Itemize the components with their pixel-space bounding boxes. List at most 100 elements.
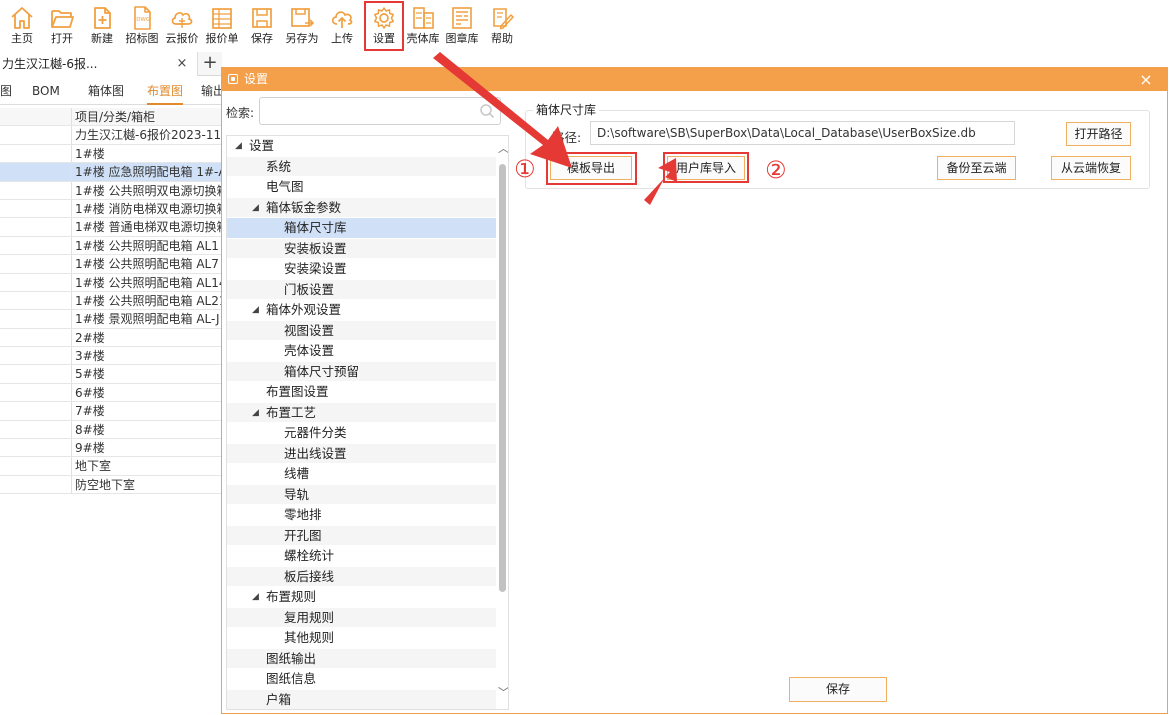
search-box[interactable] xyxy=(259,97,501,125)
table-row[interactable]: 防空地下室 xyxy=(0,475,222,495)
collapse-icon[interactable]: ◢ xyxy=(252,403,262,424)
search-input[interactable] xyxy=(264,98,474,124)
tree-item[interactable]: 箱体尺寸库 xyxy=(227,218,508,239)
close-icon[interactable]: × xyxy=(1134,68,1158,91)
table-row[interactable]: 5#楼 xyxy=(0,365,222,384)
table-row[interactable]: 1#楼 应急照明配电箱 1#-A xyxy=(0,163,222,182)
collapse-icon[interactable]: ◢ xyxy=(252,587,262,608)
scrollbar-thumb[interactable] xyxy=(499,164,506,592)
tree-item[interactable]: 系统 xyxy=(227,156,508,177)
tree-item[interactable]: ◢ 设置 xyxy=(227,136,508,157)
search-icon[interactable] xyxy=(479,103,495,119)
table-row[interactable]: 8#楼 xyxy=(0,420,222,440)
cloud-quote-button[interactable]: 云报价 xyxy=(163,2,201,50)
table-row[interactable]: 1#楼 xyxy=(0,144,222,164)
collapse-icon[interactable]: ◢ xyxy=(235,136,245,157)
tab-bom[interactable]: BOM xyxy=(32,77,60,105)
tree-item[interactable]: ◢ 布置规则 xyxy=(227,587,508,608)
stamp-library-button[interactable]: 图章库 xyxy=(443,2,481,50)
scroll-down-icon[interactable]: ﹀ xyxy=(498,687,508,698)
annotation-number-1: ① xyxy=(514,155,536,183)
table-row[interactable]: 6#楼 xyxy=(0,383,222,403)
open-button[interactable]: 打开 xyxy=(43,2,81,50)
tree-item[interactable]: 电气图 xyxy=(227,177,508,198)
tree-item[interactable]: 图纸输出 xyxy=(227,648,508,669)
tree-item[interactable]: 视图设置 xyxy=(227,320,508,341)
tree-item-label: 安装板设置 xyxy=(284,240,347,256)
tree-item[interactable]: 门板设置 xyxy=(227,279,508,300)
tree-item[interactable]: 螺栓统计 xyxy=(227,546,508,567)
user-library-import-button[interactable]: 用户库导入 xyxy=(667,156,745,180)
open-path-button[interactable]: 打开路径 xyxy=(1066,122,1131,146)
tree-item-label: 导轨 xyxy=(284,486,310,502)
tree-item[interactable]: 安装板设置 xyxy=(227,238,508,259)
stamp-library-icon xyxy=(452,7,472,29)
restore-from-cloud-button[interactable]: 从云端恢复 xyxy=(1051,156,1131,180)
tab-layout-drawing[interactable]: 布置图 xyxy=(147,77,184,105)
scroll-up-icon[interactable]: ︿ xyxy=(498,143,508,154)
collapse-icon[interactable]: ◢ xyxy=(252,300,262,321)
tree-item[interactable]: 安装梁设置 xyxy=(227,259,508,280)
save-toolbar-button[interactable]: 保存 xyxy=(243,2,281,50)
tree-item[interactable]: 导轨 xyxy=(227,484,508,505)
save-button[interactable]: 保存 xyxy=(789,677,887,702)
table-row[interactable]: 3#楼 xyxy=(0,347,222,366)
tree-item[interactable]: ◢ 布置工艺 xyxy=(227,402,508,424)
path-label: 路径: xyxy=(552,130,582,145)
tab-diagram[interactable]: 图 xyxy=(0,77,12,105)
tree-item[interactable]: 复用规则 xyxy=(227,607,508,628)
table-row[interactable]: 力生汉江樾-6报价2023-11- xyxy=(0,126,222,145)
tree-item[interactable]: ◢ 箱体外观设置 xyxy=(227,300,508,321)
row-label: 1#楼 公共照明双电源切换箱 xyxy=(75,183,222,198)
save-icon xyxy=(252,8,272,28)
table-row[interactable]: 1#楼 公共照明配电箱 AL14 xyxy=(0,273,222,292)
row-gutter xyxy=(0,199,72,218)
save-as-button[interactable]: 另存为 xyxy=(283,2,321,50)
tree-item[interactable]: 图纸信息 xyxy=(227,669,508,690)
document-tab[interactable]: 力生汉江樾-6报... xyxy=(0,52,198,76)
backup-to-cloud-button[interactable]: 备份至云端 xyxy=(937,156,1016,180)
collapse-icon[interactable]: ◢ xyxy=(252,198,262,219)
table-row[interactable]: 1#楼 公共照明配电箱 AL7 xyxy=(0,255,222,274)
table-row[interactable]: 1#楼 公共照明配电箱 AL1 xyxy=(0,236,222,256)
tab-cabinet-drawing[interactable]: 箱体图 xyxy=(88,77,124,105)
table-row[interactable]: 地下室 xyxy=(0,457,222,476)
tree-item[interactable]: 其他规则 xyxy=(227,628,508,649)
add-tab-icon[interactable]: + xyxy=(200,52,220,76)
quote-sheet-button[interactable]: 报价单 xyxy=(203,2,241,50)
table-row[interactable]: 1#楼 普通电梯双电源切换箱 xyxy=(0,218,222,237)
tree-item[interactable]: 壳体设置 xyxy=(227,341,508,362)
path-field[interactable]: D:\software\SB\SuperBox\Data\Local_Datab… xyxy=(590,121,1015,145)
tree-scrollbar[interactable]: ︿ ﹀ xyxy=(496,136,508,709)
upload-button[interactable]: 上传 xyxy=(323,2,361,50)
bid-drawing-button[interactable]: DWG 招标图 xyxy=(123,2,161,50)
tree-item[interactable]: 元器件分类 xyxy=(227,423,508,444)
tree-item[interactable]: 零地排 xyxy=(227,505,508,526)
template-export-button[interactable]: 模板导出 xyxy=(550,156,632,180)
close-tab-icon[interactable]: × xyxy=(175,52,189,76)
document-tab-bar: 力生汉江樾-6报... × + xyxy=(0,52,222,76)
table-row[interactable]: 1#楼 公共照明配电箱 AL21 xyxy=(0,291,222,311)
table-row[interactable]: 7#楼 xyxy=(0,402,222,421)
help-button[interactable]: 帮助 xyxy=(483,2,521,50)
tree-item[interactable]: 进出线设置 xyxy=(227,443,508,464)
tree-item[interactable]: 开孔图 xyxy=(227,525,508,546)
table-row[interactable]: 9#楼 xyxy=(0,439,222,458)
tree-item-label: 开孔图 xyxy=(284,527,322,543)
tree-item[interactable]: 板后接线 xyxy=(227,566,508,587)
annotation-number-2: ② xyxy=(765,156,787,184)
table-row[interactable]: 2#楼 xyxy=(0,328,222,348)
tree-item[interactable]: 线槽 xyxy=(227,464,508,485)
tree-item[interactable]: 箱体尺寸预留 xyxy=(227,361,508,382)
home-button[interactable]: 主页 xyxy=(3,2,41,50)
settings-dialog: 设置 × 检索: ◢ 设置 系统 电气图 ◢ 箱体钣金参数 箱体尺寸库 安装板设置 安装梁设置门… xyxy=(221,67,1168,714)
project-grid: 项目/分类/箱柜 力生汉江樾-6报价2023-11- 1#楼 1#楼 应急照明配电箱… xyxy=(0,108,222,495)
new-button[interactable]: 新建 xyxy=(83,2,121,50)
tree-item[interactable]: 布置图设置 xyxy=(227,382,508,403)
tree-item[interactable]: ◢ 箱体钣金参数 xyxy=(227,197,508,219)
row-gutter xyxy=(0,420,72,439)
table-row[interactable]: 1#楼 公共照明双电源切换箱 xyxy=(0,181,222,200)
tree-item[interactable]: 户箱 xyxy=(227,689,508,709)
table-row[interactable]: 1#楼 景观照明配电箱 AL-J xyxy=(0,310,222,329)
table-row[interactable]: 1#楼 消防电梯双电源切换箱 xyxy=(0,199,222,219)
